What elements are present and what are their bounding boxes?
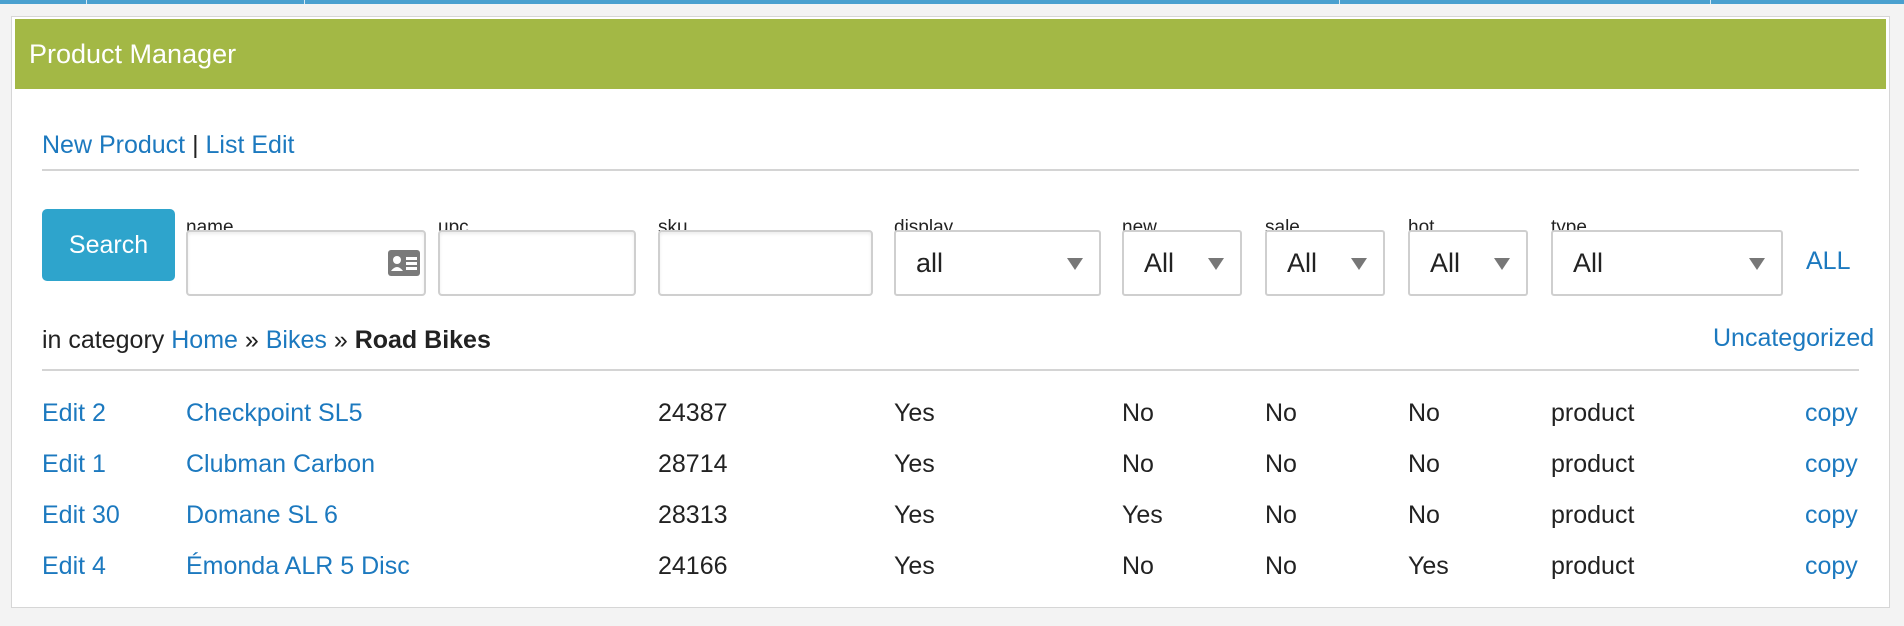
- divider: [42, 369, 1859, 371]
- sale-cell: No: [1265, 450, 1297, 478]
- category-breadcrumb: in category Home » Bikes » Road Bikes: [42, 326, 491, 355]
- edit-link[interactable]: Edit 2: [42, 399, 106, 428]
- sku-cell: 28714: [658, 450, 728, 478]
- panel-title: Product Manager: [29, 38, 237, 69]
- sale-cell: No: [1265, 399, 1297, 427]
- display-cell: Yes: [894, 450, 935, 478]
- breadcrumb-home[interactable]: Home: [171, 326, 238, 354]
- product-name-link[interactable]: Domane SL 6: [186, 501, 338, 530]
- top-strip: [0, 0, 1904, 4]
- sku-input[interactable]: [658, 230, 873, 296]
- product-name-link[interactable]: Clubman Carbon: [186, 450, 375, 479]
- chevron-down-icon: [1208, 258, 1224, 270]
- chevron-down-icon: [1351, 258, 1367, 270]
- all-link[interactable]: ALL: [1806, 247, 1850, 276]
- sku-cell: 24166: [658, 552, 728, 580]
- sale-select-value: All: [1287, 247, 1318, 278]
- type-cell: product: [1551, 501, 1635, 529]
- type-cell: product: [1551, 552, 1635, 580]
- product-name-link[interactable]: Émonda ALR 5 Disc: [186, 552, 410, 581]
- new-cell: No: [1122, 552, 1154, 580]
- hot-cell: No: [1408, 501, 1440, 529]
- breadcrumb-current: Road Bikes: [354, 326, 491, 354]
- chevron-down-icon: [1749, 258, 1765, 270]
- table-row: Edit 30 Domane SL 6 28313 Yes Yes No No …: [12, 501, 1889, 541]
- new-cell: No: [1122, 399, 1154, 427]
- sku-cell: 28313: [658, 501, 728, 529]
- product-manager-panel: Product Manager New Product | List Edit …: [11, 16, 1890, 608]
- type-select-value: All: [1573, 247, 1604, 278]
- sku-cell: 24387: [658, 399, 728, 427]
- display-cell: Yes: [894, 552, 935, 580]
- panel-header: Product Manager: [15, 19, 1886, 89]
- display-select[interactable]: all: [894, 230, 1101, 296]
- breadcrumb-separator: »: [333, 326, 348, 354]
- new-cell: No: [1122, 450, 1154, 478]
- uncategorized-link[interactable]: Uncategorized: [1713, 324, 1874, 353]
- copy-link[interactable]: copy: [1805, 552, 1858, 581]
- list-edit-link[interactable]: List Edit: [206, 131, 295, 159]
- new-select[interactable]: All: [1122, 230, 1242, 296]
- edit-link[interactable]: Edit 4: [42, 552, 106, 581]
- divider: [42, 169, 1859, 171]
- chevron-down-icon: [1067, 258, 1083, 270]
- sale-cell: No: [1265, 552, 1297, 580]
- type-cell: product: [1551, 450, 1635, 478]
- edit-link[interactable]: Edit 1: [42, 450, 106, 479]
- hot-cell: No: [1408, 399, 1440, 427]
- chevron-down-icon: [1494, 258, 1510, 270]
- table-row: Edit 2 Checkpoint SL5 24387 Yes No No No…: [12, 399, 1889, 439]
- new-cell: Yes: [1122, 501, 1163, 529]
- top-strip-divider: [1710, 0, 1711, 4]
- copy-link[interactable]: copy: [1805, 399, 1858, 428]
- table-row: Edit 4 Émonda ALR 5 Disc 24166 Yes No No…: [12, 552, 1889, 592]
- display-cell: Yes: [894, 501, 935, 529]
- table-row: Edit 1 Clubman Carbon 28714 Yes No No No…: [12, 450, 1889, 490]
- breadcrumb-separator: »: [244, 326, 259, 354]
- hot-cell: Yes: [1408, 552, 1449, 580]
- new-select-value: All: [1144, 247, 1175, 278]
- new-product-link[interactable]: New Product: [42, 131, 185, 159]
- upc-input[interactable]: [438, 230, 636, 296]
- hot-cell: No: [1408, 450, 1440, 478]
- sale-cell: No: [1265, 501, 1297, 529]
- category-prefix: in category: [42, 326, 165, 354]
- type-cell: product: [1551, 399, 1635, 427]
- display-cell: Yes: [894, 399, 935, 427]
- edit-link[interactable]: Edit 30: [42, 501, 120, 530]
- product-name-link[interactable]: Checkpoint SL5: [186, 399, 363, 428]
- display-select-value: all: [916, 247, 944, 278]
- action-separator: |: [192, 131, 199, 159]
- contact-card-icon[interactable]: [388, 250, 420, 276]
- breadcrumb-bikes[interactable]: Bikes: [266, 326, 327, 354]
- top-strip-divider: [304, 0, 305, 4]
- hot-select-value: All: [1430, 247, 1461, 278]
- action-links: New Product | List Edit: [42, 131, 294, 160]
- type-select[interactable]: All: [1551, 230, 1783, 296]
- copy-link[interactable]: copy: [1805, 450, 1858, 479]
- top-strip-divider: [1339, 0, 1340, 4]
- sale-select[interactable]: All: [1265, 230, 1385, 296]
- hot-select[interactable]: All: [1408, 230, 1528, 296]
- copy-link[interactable]: copy: [1805, 501, 1858, 530]
- top-strip-divider: [86, 0, 87, 4]
- search-button[interactable]: Search: [42, 209, 175, 281]
